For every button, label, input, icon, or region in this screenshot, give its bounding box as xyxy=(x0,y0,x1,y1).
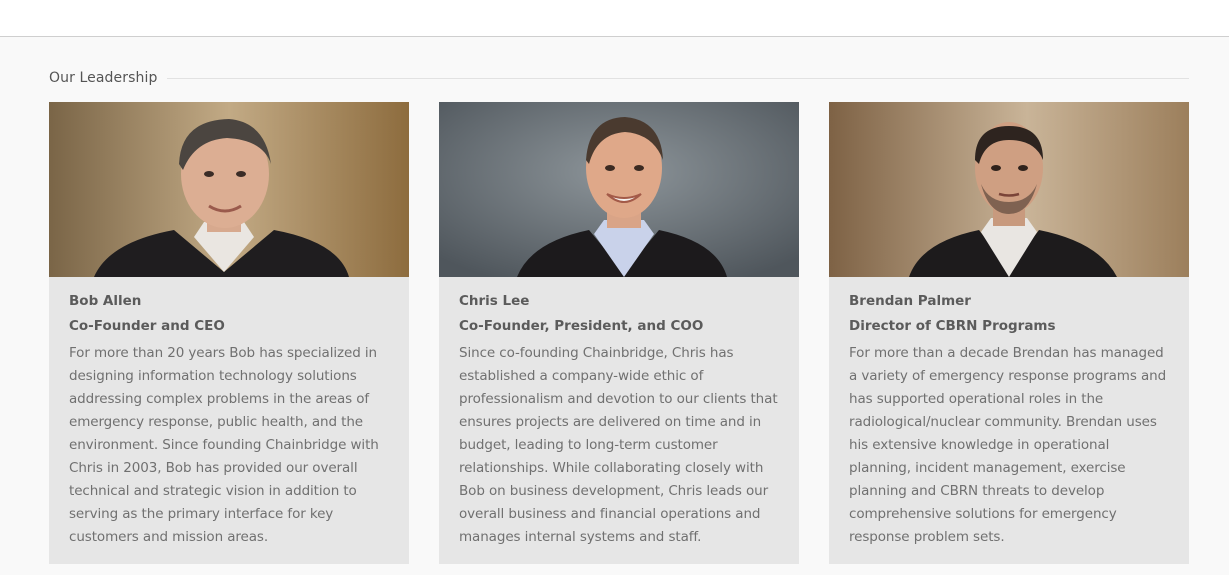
leader-bio: Since co-founding Chainbridge, Chris has… xyxy=(459,345,778,545)
leader-photo xyxy=(829,102,1189,277)
heading-divider xyxy=(167,77,1189,79)
leader-name: Brendan Palmer xyxy=(849,293,971,309)
leader-photo xyxy=(439,102,799,277)
leader-card: Brendan Palmer Director of CBRN Programs… xyxy=(829,102,1189,564)
leader-name: Bob Allen xyxy=(69,293,142,309)
top-header-bar xyxy=(0,0,1229,37)
leadership-cards: Bob Allen Co-Founder and CEO For more th… xyxy=(49,102,1189,564)
leader-card: Bob Allen Co-Founder and CEO For more th… xyxy=(49,102,409,564)
leader-card: Chris Lee Co-Founder, President, and COO… xyxy=(439,102,799,564)
leader-role: Co-Founder, President, and COO xyxy=(459,318,704,334)
leadership-section: Our Leadership Bob Allen Co-Founder and … xyxy=(0,37,1229,575)
leader-bio: For more than 20 years Bob has specializ… xyxy=(69,345,379,545)
leader-photo xyxy=(49,102,409,277)
section-heading: Our Leadership xyxy=(49,70,158,86)
leader-bio: For more than a decade Brendan has manag… xyxy=(849,345,1167,545)
leader-role: Co-Founder and CEO xyxy=(69,318,225,334)
section-heading-row: Our Leadership xyxy=(49,68,1189,88)
leader-name: Chris Lee xyxy=(459,293,530,309)
leader-role: Director of CBRN Programs xyxy=(849,318,1056,334)
